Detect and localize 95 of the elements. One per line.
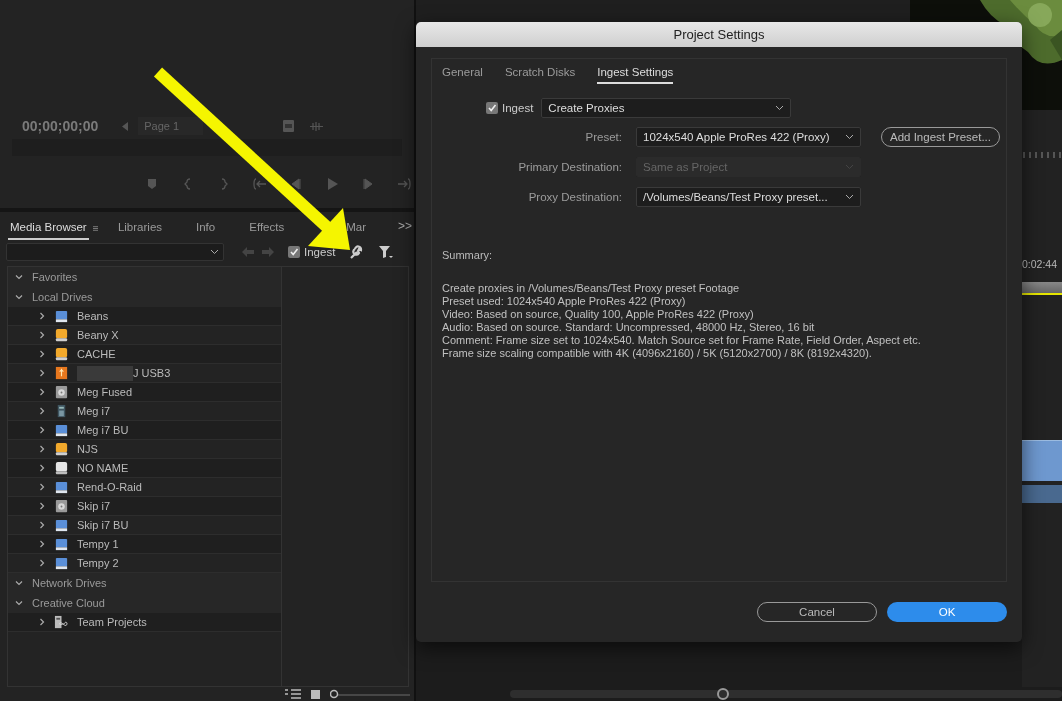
summary-line: Create proxies in /Volumes/Beans/Test Proxy preset Footage [442, 282, 741, 295]
drive-row[interactable]: Meg i7 [8, 402, 281, 421]
usb-drive-icon [54, 365, 69, 381]
drive-row[interactable]: NO NAME [8, 459, 281, 478]
drive-row[interactable]: Beans [8, 307, 281, 326]
field-label: Primary Destination: [517, 161, 622, 173]
chevron-right-icon[interactable] [38, 312, 46, 320]
zoom-slider[interactable] [330, 689, 410, 699]
wrench-icon[interactable] [349, 245, 364, 259]
tree-section[interactable]: Network Drives [8, 573, 281, 593]
work-area-bar[interactable] [1022, 282, 1062, 295]
tree-section[interactable]: Favorites [8, 267, 281, 287]
summary-line: Comment: Frame size set to 1024x540. Match Source set for Frame Rate, Field Order, Aspect etc. [442, 334, 922, 347]
tree-section[interactable]: Creative Cloud [8, 593, 281, 613]
chevron-right-icon[interactable] [38, 445, 46, 453]
summary-label: Summary: [442, 249, 494, 261]
chevron-right-icon[interactable] [38, 350, 46, 358]
step-back-icon[interactable] [289, 178, 303, 190]
scrub-bar[interactable] [12, 139, 402, 156]
marker-icon[interactable] [145, 178, 159, 190]
summary-line: Preset used: 1024x540 Apple ProRes 422 (Proxy) [442, 295, 687, 308]
drive-icon [54, 441, 69, 457]
summary-line: Video: Based on source, Quality 100, Apple ProRes 422 (Proxy) [442, 308, 755, 321]
panel-tab[interactable]: Libraries [115, 221, 165, 240]
chevron-down-icon[interactable] [15, 293, 23, 301]
timecode: 00;00;00;00 [22, 118, 99, 134]
drive-row[interactable]: Meg Fused [8, 383, 281, 402]
caret-icon [775, 105, 785, 111]
video-clip[interactable] [1022, 440, 1062, 481]
drive-row[interactable]: Skip i7 [8, 497, 281, 516]
drive-row[interactable]: Tempy 1 [8, 535, 281, 554]
drive-icon [54, 327, 69, 343]
checkbox-label: Ingest [304, 246, 336, 258]
drive-icon [54, 346, 69, 362]
drive-icon [54, 460, 69, 476]
chevron-right-icon[interactable] [38, 559, 46, 567]
drive-icon [54, 517, 69, 533]
caret-icon [845, 194, 854, 200]
checkbox-label: Ingest [502, 102, 534, 114]
chevron-right-icon[interactable] [38, 521, 46, 529]
chevron-right-icon[interactable] [38, 388, 46, 396]
drive-row[interactable]: Team Projects [8, 613, 281, 632]
ingest-dropdown[interactable]: Create Proxies [541, 98, 792, 118]
caret-icon [210, 249, 219, 255]
chevron-down-icon[interactable] [15, 273, 23, 281]
chevron-right-icon[interactable] [38, 464, 46, 472]
caret-icon [845, 134, 854, 140]
dialog-tab[interactable]: Scratch Disks [504, 66, 576, 84]
drive-icon [54, 555, 69, 571]
panel-tab[interactable]: Media Browser [8, 221, 89, 240]
summary-line: Audio: Based on source. Standard: Uncompressed, 48000 Hz, Stereo, 16 bit [442, 321, 816, 334]
list-view-icon[interactable] [285, 689, 301, 699]
filter-icon[interactable] [379, 245, 394, 259]
tree-section[interactable]: Local Drives [8, 287, 281, 307]
chevron-right-icon[interactable] [38, 407, 46, 415]
drive-row[interactable]: Meg i7 BU [8, 421, 281, 440]
drive-row[interactable]: CACHE [8, 345, 281, 364]
chevron-down-icon[interactable] [15, 599, 23, 607]
field-label: Proxy Destination: [527, 191, 622, 203]
drive-icon [54, 308, 69, 324]
audio-clip[interactable] [1022, 485, 1062, 503]
chevron-right-icon[interactable] [38, 502, 46, 510]
chevron-right-icon[interactable] [38, 426, 46, 434]
timeline-timecode: 0:02:44 [1022, 258, 1059, 270]
field-label: Preset: [584, 131, 622, 143]
ingest-checkbox[interactable] [486, 102, 498, 114]
drive-row[interactable]: NJS [8, 440, 281, 459]
more-panels-button[interactable]: >> [398, 219, 412, 240]
drive-row[interactable]: Beany X [8, 326, 281, 345]
panel-tab[interactable]: Mar [344, 221, 368, 240]
team-folder-icon [54, 614, 69, 630]
dialog-tab[interactable]: Ingest Settings [597, 66, 674, 84]
select-field[interactable]: 1024x540 Apple ProRes 422 (Proxy) [636, 127, 861, 147]
chevron-right-icon[interactable] [38, 483, 46, 491]
select-field[interactable]: /Volumes/Beans/Test Proxy preset... [636, 187, 861, 207]
dialog-tab[interactable]: General [442, 66, 483, 84]
chevron-right-icon[interactable] [38, 369, 46, 377]
menu-icon[interactable] [92, 224, 98, 233]
drive-row[interactable]: J USB3 [8, 364, 281, 383]
dialog-title: Project Settings [416, 22, 1022, 47]
ruler-ticks [1022, 152, 1062, 158]
chevron-right-icon[interactable] [38, 618, 46, 626]
drive-icon [54, 479, 69, 495]
drive-icon [54, 536, 69, 552]
chevron-right-icon[interactable] [38, 331, 46, 339]
chevron-down-icon[interactable] [15, 579, 23, 587]
chevron-right-icon[interactable] [38, 540, 46, 548]
icon-view-icon[interactable] [311, 689, 320, 699]
panel-tab[interactable]: Info [194, 221, 218, 240]
ingest-checkbox[interactable] [288, 246, 300, 258]
caret-icon [845, 164, 854, 170]
drive-icon [54, 422, 69, 438]
scroll-bar[interactable] [510, 690, 1062, 698]
panel-tab[interactable]: Effects [247, 221, 287, 240]
summary-line: Frame size scaling compatible with 4K (4096x2160) / 5K (5120x2700) / 8K (8192x4320). [442, 347, 873, 360]
